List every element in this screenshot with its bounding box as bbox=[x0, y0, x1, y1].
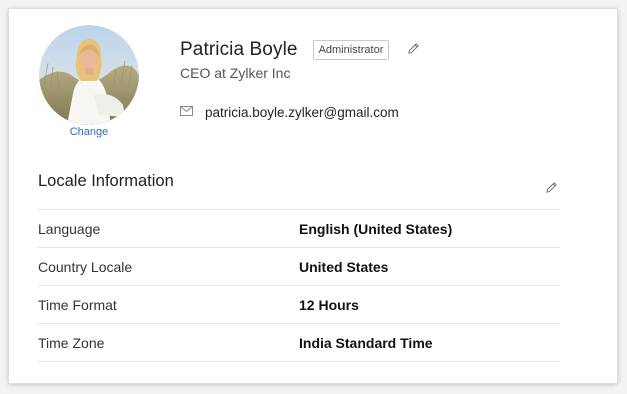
row-label: Language bbox=[38, 220, 101, 237]
user-name: Patricia Boyle bbox=[180, 39, 298, 60]
table-row: Time Zone India Standard Time bbox=[38, 324, 560, 362]
user-email: patricia.boyle.zylker@gmail.com bbox=[205, 104, 399, 120]
row-value: English (United States) bbox=[299, 220, 453, 237]
section-title-locale: Locale Information bbox=[38, 172, 174, 190]
pencil-icon[interactable] bbox=[545, 181, 558, 199]
pencil-icon[interactable] bbox=[407, 42, 420, 60]
user-title: CEO at Zylker Inc bbox=[180, 65, 291, 81]
change-photo-link[interactable]: Change bbox=[39, 126, 139, 138]
row-label: Time Format bbox=[38, 296, 117, 313]
row-value: United States bbox=[299, 258, 389, 275]
row-value: 12 Hours bbox=[299, 296, 359, 313]
email-row: patricia.boyle.zylker@gmail.com bbox=[180, 103, 399, 121]
table-row: Time Format 12 Hours bbox=[38, 286, 560, 324]
row-label: Country Locale bbox=[38, 258, 133, 275]
row-label: Time Zone bbox=[38, 334, 105, 351]
locale-table: Language English (United States) Country… bbox=[38, 209, 560, 362]
avatar-section: Change bbox=[39, 25, 139, 138]
envelope-icon bbox=[180, 103, 193, 121]
name-row: Patricia Boyle Administrator bbox=[180, 39, 420, 61]
role-badge: Administrator bbox=[312, 40, 390, 60]
table-row: Country Locale United States bbox=[38, 248, 560, 286]
avatar bbox=[39, 25, 139, 125]
table-row: Language English (United States) bbox=[38, 210, 560, 248]
profile-card: Change Patricia Boyle Administrator CEO … bbox=[9, 9, 617, 383]
row-value: India Standard Time bbox=[299, 334, 433, 351]
